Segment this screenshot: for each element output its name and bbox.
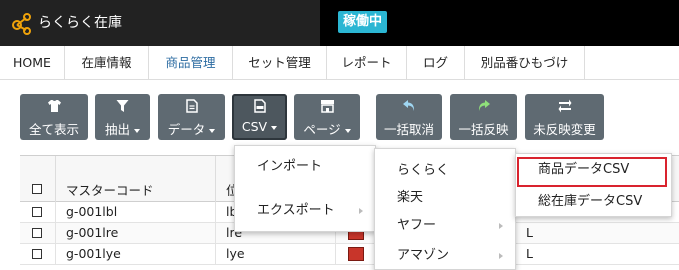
page-button[interactable]: ページ (294, 94, 360, 140)
select-all-checkbox[interactable] (32, 184, 42, 194)
nav-item-home[interactable]: HOME (0, 46, 65, 80)
bulk-apply-button[interactable]: 一括反映 (450, 94, 517, 140)
storefront-icon (320, 100, 334, 113)
unapplied-changes-button[interactable]: 未反映変更 (525, 94, 604, 140)
menu-item-amazon[interactable]: アマゾン (375, 236, 515, 270)
bulk-cancel-label: 一括取消 (383, 122, 434, 137)
row-select-cell (20, 223, 56, 244)
undo-arrow-icon (403, 100, 415, 111)
nav-item-reports[interactable]: レポート (327, 46, 407, 80)
row-checkbox[interactable] (32, 228, 42, 238)
row-checkbox[interactable] (32, 249, 42, 259)
caret-down-icon (344, 128, 351, 133)
header-master-code-label: マスターコード (66, 183, 154, 198)
bulk-cancel-button[interactable]: 一括取消 (376, 94, 442, 140)
table-row[interactable]: g-001lye lye L (20, 244, 679, 265)
row-select-cell (20, 244, 56, 265)
document-icon (185, 99, 198, 113)
nav-item-products[interactable]: 商品管理 (149, 46, 233, 80)
status-badge: 稼働中 (338, 11, 388, 33)
menu-item-export[interactable]: エクスポート (235, 191, 375, 231)
caret-down-icon (134, 128, 140, 133)
header-brand-area: らくらく在庫 (0, 0, 320, 46)
csv-button[interactable]: CSV (232, 94, 287, 140)
menu-item-total-stock-csv[interactable]: 総在庫データCSV (516, 186, 671, 218)
app-title: らくらく在庫 (38, 15, 122, 31)
page-label: ページ (303, 122, 341, 137)
highlight-annotation-box (517, 157, 667, 187)
nav-item-alt-sku[interactable]: 別品番ひもづけ (465, 46, 585, 80)
col3-cell: lye (216, 244, 336, 265)
header-master-code[interactable]: マスターコード (56, 156, 216, 203)
row-select-cell (20, 202, 56, 223)
csv-label: CSV (241, 119, 268, 134)
rakuten-flag-icon (348, 247, 364, 261)
nav-item-inventory[interactable]: 在庫情報 (65, 46, 149, 80)
nav-item-logs[interactable]: ログ (407, 46, 465, 80)
master-code-cell: g-001lye (56, 244, 216, 265)
header-select-all (20, 156, 56, 203)
csv-dropdown-menu: インポート エクスポート (234, 145, 376, 232)
filter-button[interactable]: 抽出 (95, 94, 150, 140)
col5-cell: L (526, 246, 533, 261)
main-nav: HOME 在庫情報 商品管理 セット管理 レポート ログ 別品番ひもづけ (0, 46, 679, 80)
app-header: らくらく在庫 稼働中 (0, 0, 679, 46)
unapplied-changes-label: 未反映変更 (533, 122, 596, 137)
network-nodes-icon (12, 13, 31, 35)
master-code-cell: g-001lre (56, 223, 216, 244)
filter-label: 抽出 (104, 122, 130, 137)
col5-cell: L (526, 225, 533, 240)
row-checkbox[interactable] (32, 207, 42, 217)
submenu-arrow-icon (499, 253, 503, 259)
show-all-label: 全て表示 (28, 122, 79, 137)
shirt-icon (47, 100, 61, 112)
submenu-arrow-icon (499, 223, 503, 229)
data-button[interactable]: データ (158, 94, 225, 140)
redo-arrow-icon (478, 100, 490, 111)
nav-item-sets[interactable]: セット管理 (233, 46, 327, 80)
export-submenu: らくらく 楽天 ヤフー アマゾン (374, 148, 516, 270)
bulk-apply-label: 一括反映 (458, 122, 509, 137)
menu-item-import[interactable]: インポート (235, 147, 375, 187)
csv-file-icon (253, 99, 266, 113)
show-all-button[interactable]: 全て表示 (20, 94, 88, 140)
filter-icon (116, 100, 129, 112)
caret-down-icon (271, 125, 278, 130)
submenu-arrow-icon (359, 208, 363, 214)
data-label: データ (167, 122, 206, 137)
caret-down-icon (209, 128, 216, 133)
swap-arrows-icon (558, 99, 571, 113)
master-code-cell: g-001lbl (56, 202, 216, 223)
